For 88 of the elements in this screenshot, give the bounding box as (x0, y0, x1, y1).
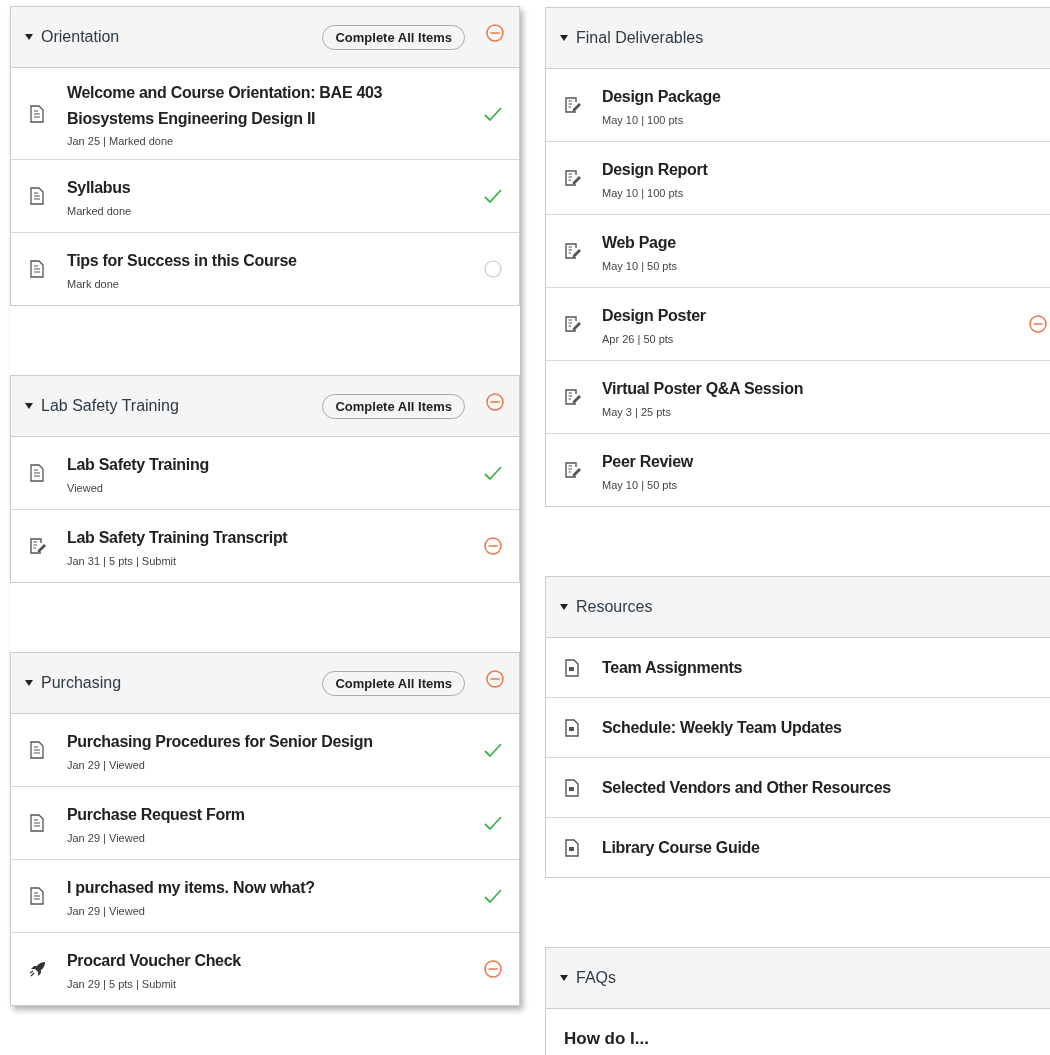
module-item[interactable]: Library Course Guide (546, 817, 1050, 877)
item-details: Viewed (67, 482, 104, 494)
item-title[interactable]: Design Report (602, 157, 982, 183)
subheader-text: How do I... (564, 1029, 649, 1049)
caret-icon[interactable] (560, 604, 568, 610)
item-title[interactable]: Team Assignments (602, 654, 982, 681)
edit-document-icon (564, 461, 582, 479)
item-details: Mark done (67, 278, 120, 290)
item-details: Jan 25 | Marked done (67, 135, 175, 148)
document-icon (29, 741, 45, 760)
file-icon (564, 778, 580, 797)
module-item[interactable]: Design Report May 10 | 100 pts (546, 141, 1050, 214)
document-icon (29, 814, 45, 833)
module-item[interactable]: Procard Voucher Check Jan 29 | 5 pts | Submit (11, 932, 519, 1006)
document-icon (29, 260, 45, 279)
item-title[interactable]: Purchase Request Form (67, 802, 447, 828)
rocket-icon (29, 960, 47, 979)
item-title[interactable]: Selected Vendors and Other Resources (602, 774, 982, 801)
module-item[interactable]: Lab Safety Training Transcript Jan 31 | 5 pts | Submit (11, 509, 519, 583)
item-details: Jan 29 | Viewed (67, 905, 146, 917)
item-details: May 10 | 100 pts (602, 186, 685, 199)
caret-icon[interactable] (25, 34, 33, 40)
module-title: FAQs (576, 969, 617, 987)
module-item[interactable]: Peer Review May 10 | 50 pts (546, 433, 1050, 506)
edit-document-icon (564, 388, 582, 406)
module-item[interactable]: Design Poster Apr 26 | 50 pts (546, 287, 1050, 360)
module-item[interactable]: I purchased my items. Now what? Jan 29 | Viewed (11, 859, 519, 933)
module-item[interactable]: Design Package May 10 | 100 pts (546, 69, 1050, 141)
item-details: May 10 | 50 pts (602, 259, 678, 272)
document-icon (29, 187, 45, 206)
edit-document-icon (564, 169, 582, 187)
item-details: Jan 31 | 5 pts | Submit (67, 555, 178, 567)
document-icon (29, 887, 45, 906)
item-title[interactable]: Syllabus (67, 175, 447, 201)
edit-document-icon (29, 537, 47, 556)
caret-icon[interactable] (25, 403, 33, 410)
item-details: May 10 | 100 pts (602, 113, 685, 126)
item-details: Jan 29 | Viewed (67, 759, 146, 771)
complete-all-button[interactable]: Complete All Items (322, 24, 465, 50)
item-title[interactable]: Welcome and Course Orientation: BAE 403 Biosystems Engineering Design II (67, 80, 447, 132)
file-icon (564, 718, 580, 737)
item-title[interactable]: I purchased my items. Now what? (67, 875, 447, 901)
module-item[interactable]: Team Assignments (546, 638, 1050, 697)
item-details: Jan 29 | 5 pts | Submit (67, 978, 178, 990)
module-title: Lab Safety Training (41, 397, 180, 416)
module-item[interactable]: Welcome and Course Orientation: BAE 403 Biosystems Engineering Design II Jan 25 | Marked done (11, 68, 519, 160)
module-item[interactable]: Web Page May 10 | 50 pts (546, 214, 1050, 287)
item-details: Jan 29 | Viewed (67, 832, 146, 844)
item-title[interactable]: Web Page (602, 230, 982, 256)
module-item[interactable]: Purchase Request Form Jan 29 | Viewed (11, 786, 519, 860)
module-item[interactable]: Tips for Success in this Course Mark done (11, 232, 519, 306)
file-icon (564, 838, 580, 857)
item-title[interactable]: Design Package (602, 84, 982, 110)
caret-icon[interactable] (560, 35, 568, 41)
item-title[interactable]: Purchasing Procedures for Senior Design (67, 729, 447, 755)
file-icon (564, 658, 580, 677)
item-title[interactable]: Virtual Poster Q&A Session (602, 376, 982, 402)
item-title[interactable]: Lab Safety Training (67, 452, 447, 478)
item-title[interactable]: Design Poster (602, 303, 982, 329)
item-details: Marked done (67, 205, 133, 217)
module-title: Orientation (41, 28, 121, 46)
module-item[interactable]: Schedule: Weekly Team Updates (546, 697, 1050, 757)
caret-icon[interactable] (560, 975, 568, 981)
edit-document-icon (564, 242, 582, 260)
module-item[interactable]: Selected Vendors and Other Resources (546, 757, 1050, 817)
item-details: May 3 | 25 pts (602, 405, 672, 418)
item-details: Apr 26 | 50 pts (602, 332, 675, 345)
document-icon (29, 464, 45, 483)
item-title[interactable]: Peer Review (602, 449, 982, 475)
edit-document-icon (564, 315, 582, 333)
item-details: May 10 | 50 pts (602, 478, 678, 491)
item-title[interactable]: Procard Voucher Check (67, 948, 447, 974)
module-item[interactable]: Syllabus Marked done (11, 159, 519, 233)
item-title[interactable]: Tips for Success in this Course (67, 248, 447, 274)
complete-all-button[interactable]: Complete All Items (322, 670, 465, 696)
item-title[interactable]: Schedule: Weekly Team Updates (602, 714, 982, 741)
module-item[interactable]: Purchasing Procedures for Senior Design Jan 29 | Viewed (11, 714, 519, 787)
module-title: Final Deliverables (576, 29, 705, 47)
document-icon (29, 104, 45, 123)
module-item[interactable]: Virtual Poster Q&A Session May 3 | 25 pts (546, 360, 1050, 433)
module-item[interactable]: Lab Safety Training Viewed (11, 437, 519, 510)
module-title: Purchasing (41, 674, 123, 693)
item-title[interactable]: Lab Safety Training Transcript (67, 525, 447, 551)
complete-all-button[interactable]: Complete All Items (322, 393, 465, 419)
item-title[interactable]: Library Course Guide (602, 834, 982, 861)
edit-document-icon (564, 96, 582, 114)
module-title: Resources (576, 598, 654, 616)
caret-icon[interactable] (25, 680, 33, 687)
